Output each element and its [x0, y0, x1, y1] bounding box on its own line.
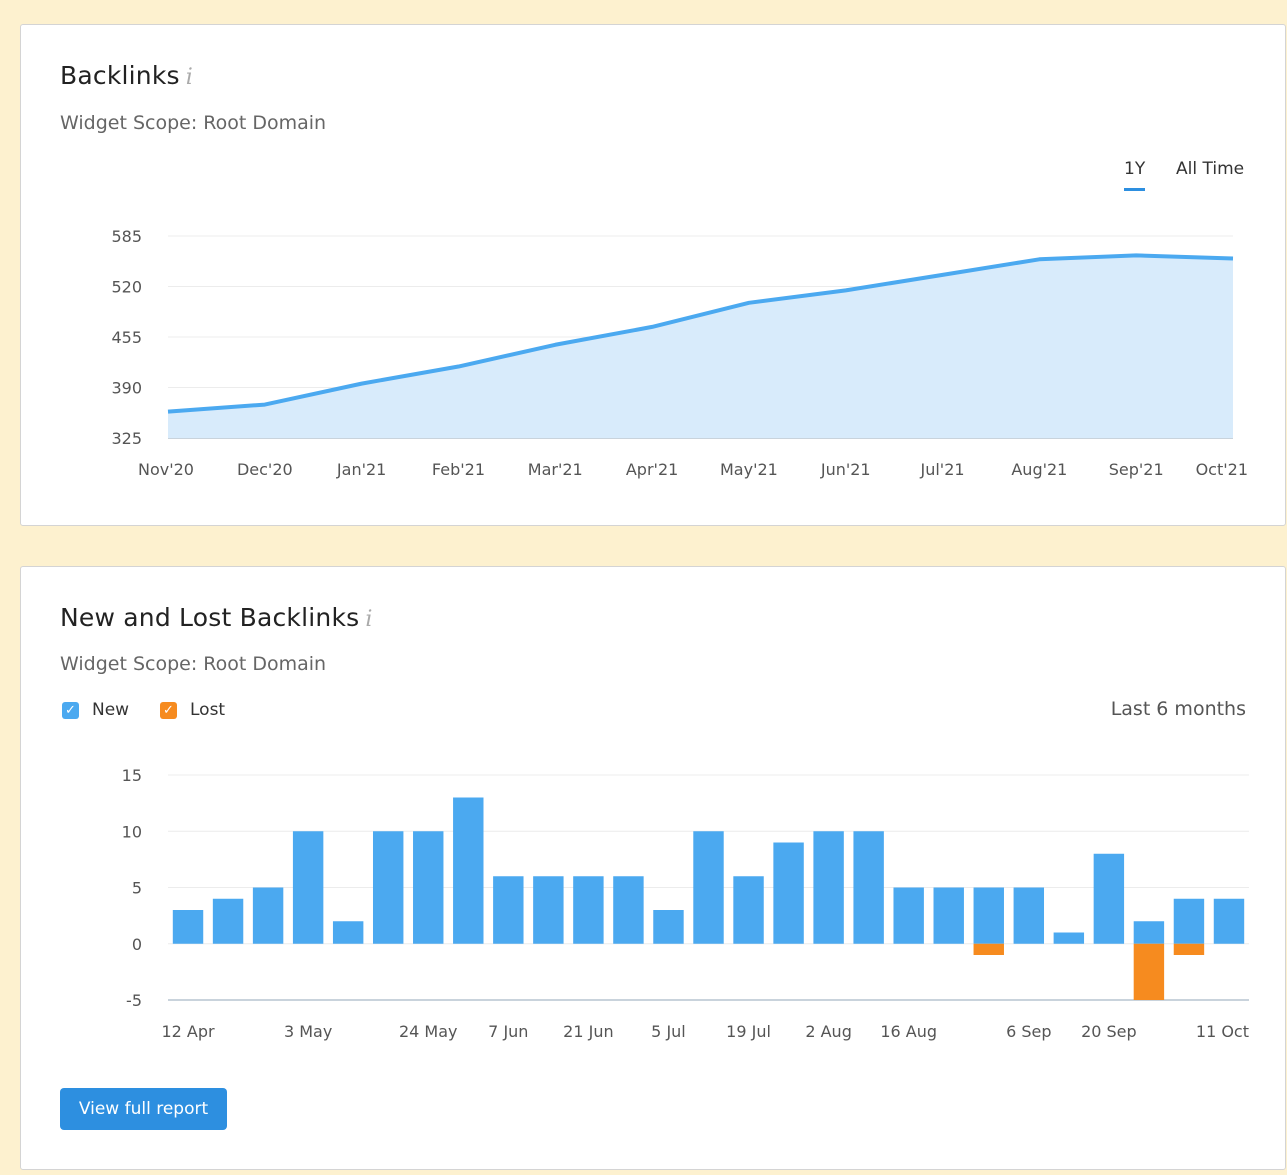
x-tick-label: 20 Sep: [1081, 1022, 1137, 1041]
new-bar: [413, 831, 444, 944]
new-bar: [933, 887, 964, 944]
lost-bar: [1173, 943, 1205, 955]
backlinks-widget: Backlinks i Widget Scope: Root Domain 1Y …: [20, 24, 1286, 526]
new-bar: [1213, 898, 1245, 944]
x-tick-label: Oct'21: [1196, 460, 1248, 479]
new-bar: [252, 887, 284, 944]
new-bar: [1013, 887, 1045, 944]
x-tick-label: 7 Jun: [488, 1022, 528, 1041]
x-tick-label: 5 Jul: [651, 1022, 686, 1041]
new-lost-backlinks-widget: New and Lost Backlinks i Widget Scope: Ro…: [20, 566, 1286, 1170]
x-tick-label: 6 Sep: [1006, 1022, 1051, 1041]
view-full-report-button[interactable]: View full report: [60, 1088, 227, 1130]
y-tick-label: 15: [122, 766, 142, 785]
y-tick-label: 0: [132, 935, 142, 954]
x-tick-label: Apr'21: [626, 460, 678, 479]
lost-bar: [973, 943, 1004, 955]
x-tick-label: 24 May: [399, 1022, 458, 1041]
new-bar: [292, 831, 324, 944]
y-tick-label: 10: [122, 822, 142, 841]
new-bar: [773, 842, 804, 944]
x-tick-label: 2 Aug: [805, 1022, 852, 1041]
new-lost-bar-chart: -5 0 5 10 15 12 Apr 3 May 24 May 7 Jun 21 Jun 5 Ju…: [122, 766, 1249, 1041]
new-bar: [733, 876, 764, 944]
new-bar: [813, 831, 844, 944]
new-bar: [212, 898, 244, 944]
new-bar: [693, 831, 724, 944]
new-bar: [533, 876, 564, 944]
y-tick-label: 520: [111, 278, 142, 297]
new-bar: [332, 921, 364, 944]
x-tick-label: Jun'21: [820, 460, 871, 479]
x-tick-label: 12 Apr: [161, 1022, 215, 1041]
x-tick-label: May'21: [720, 460, 778, 479]
y-tick-label: 390: [111, 379, 142, 398]
y-tick-label: 5: [132, 879, 142, 898]
x-tick-label: Mar'21: [528, 460, 583, 479]
new-bar: [1093, 853, 1125, 944]
x-tick-label: Sep'21: [1109, 460, 1164, 479]
x-tick-label: 16 Aug: [880, 1022, 937, 1041]
new-bar: [453, 797, 484, 944]
backlinks-line-chart: 325 390 455 520 585 Nov'20 Dec'20 Jan'21 Feb'21 M…: [111, 227, 1248, 479]
new-bar: [172, 910, 204, 944]
new-bar: [1173, 898, 1205, 944]
y-tick-label: 455: [111, 328, 142, 347]
x-tick-label: Dec'20: [237, 460, 293, 479]
x-tick-label: 19 Jul: [726, 1022, 771, 1041]
x-tick-label: Jul'21: [920, 460, 965, 479]
x-tick-label: Feb'21: [432, 460, 485, 479]
new-bar: [893, 887, 924, 944]
x-tick-label: 11 Oct: [1196, 1022, 1249, 1041]
new-bar: [613, 876, 644, 944]
new-bar: [1053, 932, 1085, 944]
x-tick-label: Aug'21: [1011, 460, 1067, 479]
lost-bar: [1133, 943, 1165, 1000]
new-bar: [973, 887, 1004, 944]
y-tick-label: -5: [126, 991, 142, 1010]
y-tick-label: 325: [111, 429, 142, 448]
x-tick-label: 21 Jun: [563, 1022, 613, 1041]
new-bar: [853, 831, 884, 944]
new-bar: [573, 876, 604, 944]
x-tick-label: Jan'21: [336, 460, 386, 479]
area-fill: [168, 255, 1233, 438]
x-tick-label: 3 May: [284, 1022, 332, 1041]
new-bar: [1133, 921, 1165, 944]
new-bar: [493, 876, 524, 944]
y-tick-label: 585: [111, 227, 142, 246]
new-bar: [653, 910, 684, 944]
new-bar: [372, 831, 404, 944]
x-tick-label: Nov'20: [138, 460, 194, 479]
